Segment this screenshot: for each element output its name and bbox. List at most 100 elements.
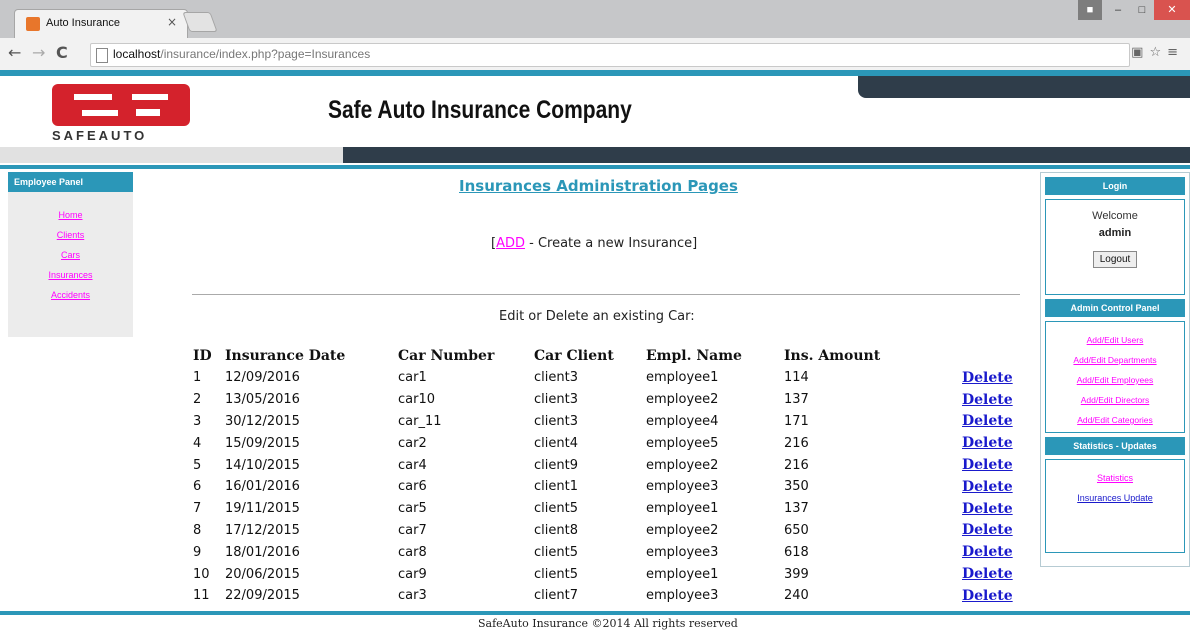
cell-car: car2: [398, 435, 427, 451]
cell-date: 30/12/2015: [225, 413, 300, 429]
cell-client: client5: [534, 544, 578, 560]
forward-icon[interactable]: →: [32, 43, 45, 62]
delete-link[interactable]: Delete: [962, 370, 1013, 386]
cell-action: Delete: [958, 432, 1026, 454]
delete-link[interactable]: Delete: [962, 588, 1013, 604]
menu-icon[interactable]: ≡: [1167, 45, 1184, 60]
footer-accent-line: [0, 611, 1190, 615]
cell-employee: employee3: [646, 479, 719, 495]
cell-car: car10: [398, 392, 436, 408]
back-icon[interactable]: ←: [8, 43, 21, 62]
delete-link[interactable]: Delete: [962, 457, 1013, 473]
cell-car: car8: [398, 544, 427, 560]
admin-link-employees[interactable]: Add/Edit Employees: [1046, 370, 1184, 390]
employee-panel-title: Employee Panel: [8, 172, 133, 192]
reload-icon[interactable]: C: [56, 43, 68, 62]
cell-car: car3: [398, 588, 427, 604]
cell-car: car1: [398, 370, 427, 386]
right-panel: Login Welcome admin Logout Admin Control…: [1040, 172, 1190, 567]
cell-amount: 114: [784, 370, 809, 386]
cell-action: Delete: [958, 520, 1026, 542]
browser-tab[interactable]: Auto Insurance ×: [14, 9, 188, 39]
cell-amount: 216: [784, 457, 809, 473]
col-empl-name: Empl. Name: [646, 348, 742, 364]
insurances-update-link[interactable]: Insurances Update: [1046, 488, 1184, 508]
statistics-link[interactable]: Statistics: [1046, 468, 1184, 488]
employee-panel: Employee Panel Home Clients Cars Insuran…: [8, 172, 133, 337]
admin-link-users[interactable]: Add/Edit Users: [1046, 330, 1184, 350]
maximize-icon[interactable]: □: [1130, 0, 1154, 20]
minimize-icon[interactable]: –: [1106, 0, 1130, 20]
translate-icon[interactable]: ▣: [1131, 45, 1149, 60]
cell-car: car6: [398, 479, 427, 495]
cell-id: 9: [193, 544, 202, 560]
header-dark-bar: [343, 147, 1190, 163]
table-row: 10 20/06/2015 car9 client5 employee1 399 Delet…: [189, 563, 1026, 585]
nav-home[interactable]: Home: [8, 205, 133, 225]
page-title[interactable]: Insurances Administration Pages: [459, 177, 738, 195]
close-window-icon[interactable]: ✕: [1154, 0, 1190, 20]
cell-car: car4: [398, 457, 427, 473]
nav-accidents[interactable]: Accidents: [8, 285, 133, 305]
delete-link[interactable]: Delete: [962, 413, 1013, 429]
nav-cars[interactable]: Cars: [8, 245, 133, 265]
delete-link[interactable]: Delete: [962, 435, 1013, 451]
cell-amount: 618: [784, 544, 809, 560]
nav-insurances[interactable]: Insurances: [8, 265, 133, 285]
delete-link[interactable]: Delete: [962, 566, 1013, 582]
table-row: 7 19/11/2015 car5 client5 employee1 137 Delete: [189, 498, 1026, 520]
bookmark-star-icon[interactable]: ☆: [1149, 45, 1167, 60]
cell-action: Delete: [958, 411, 1026, 433]
delete-link[interactable]: Delete: [962, 501, 1013, 517]
cell-car: car_11: [398, 413, 442, 429]
cell-client: client5: [534, 501, 578, 517]
table-row: 9 18/01/2016 car8 client5 employee3 618 Delete: [189, 541, 1026, 563]
logo-mark[interactable]: [52, 84, 190, 126]
tab-close-icon[interactable]: ×: [167, 15, 177, 29]
new-tab-button[interactable]: [182, 12, 218, 32]
cell-date: 20/06/2015: [225, 566, 300, 582]
cell-employee: employee1: [646, 501, 719, 517]
admin-panel-title: Admin Control Panel: [1045, 299, 1185, 317]
login-box: Welcome admin Logout: [1045, 199, 1185, 295]
user-icon[interactable]: ■: [1078, 0, 1102, 20]
cell-date: 18/01/2016: [225, 544, 300, 560]
cell-car: car7: [398, 522, 427, 538]
admin-link-departments[interactable]: Add/Edit Departments: [1046, 350, 1184, 370]
cell-action: Delete: [958, 454, 1026, 476]
header-dark-band: [858, 76, 1190, 98]
table-row: 6 16/01/2016 car6 client1 employee3 350 Delete: [189, 476, 1026, 498]
welcome-text: Welcome: [1092, 210, 1138, 222]
admin-link-categories[interactable]: Add/Edit Categories: [1046, 410, 1184, 430]
address-bar[interactable]: localhost/insurance/index.php?page=Insur…: [90, 43, 1130, 67]
cell-date: 13/05/2016: [225, 392, 300, 408]
col-insurance-date: Insurance Date: [225, 348, 346, 364]
table-row: 4 15/09/2015 car2 client4 employee5 216 Delete: [189, 432, 1026, 454]
delete-link[interactable]: Delete: [962, 544, 1013, 560]
cell-employee: employee2: [646, 457, 719, 473]
insurances-table: ID Insurance Date Car Number Car Client …: [189, 345, 1026, 607]
cell-employee: employee4: [646, 413, 719, 429]
cell-date: 12/09/2016: [225, 370, 300, 386]
cell-id: 6: [193, 479, 202, 495]
delete-link[interactable]: Delete: [962, 522, 1013, 538]
cell-employee: employee2: [646, 392, 719, 408]
window-controls: ■ – □ ✕: [1078, 0, 1190, 24]
cell-amount: 216: [784, 435, 809, 451]
cell-client: client7: [534, 588, 578, 604]
delete-link[interactable]: Delete: [962, 479, 1013, 495]
cell-client: client3: [534, 370, 578, 386]
col-action: [958, 345, 1026, 367]
admin-link-directors[interactable]: Add/Edit Directors: [1046, 390, 1184, 410]
cell-date: 14/10/2015: [225, 457, 300, 473]
cell-employee: employee3: [646, 588, 719, 604]
cell-action: Delete: [958, 585, 1026, 607]
delete-link[interactable]: Delete: [962, 392, 1013, 408]
cell-id: 2: [193, 392, 202, 408]
cell-id: 8: [193, 522, 202, 538]
cell-employee: employee3: [646, 544, 719, 560]
logout-button[interactable]: Logout: [1092, 251, 1138, 268]
cell-client: client8: [534, 522, 578, 538]
add-link[interactable]: ADD: [496, 236, 525, 251]
nav-clients[interactable]: Clients: [8, 225, 133, 245]
